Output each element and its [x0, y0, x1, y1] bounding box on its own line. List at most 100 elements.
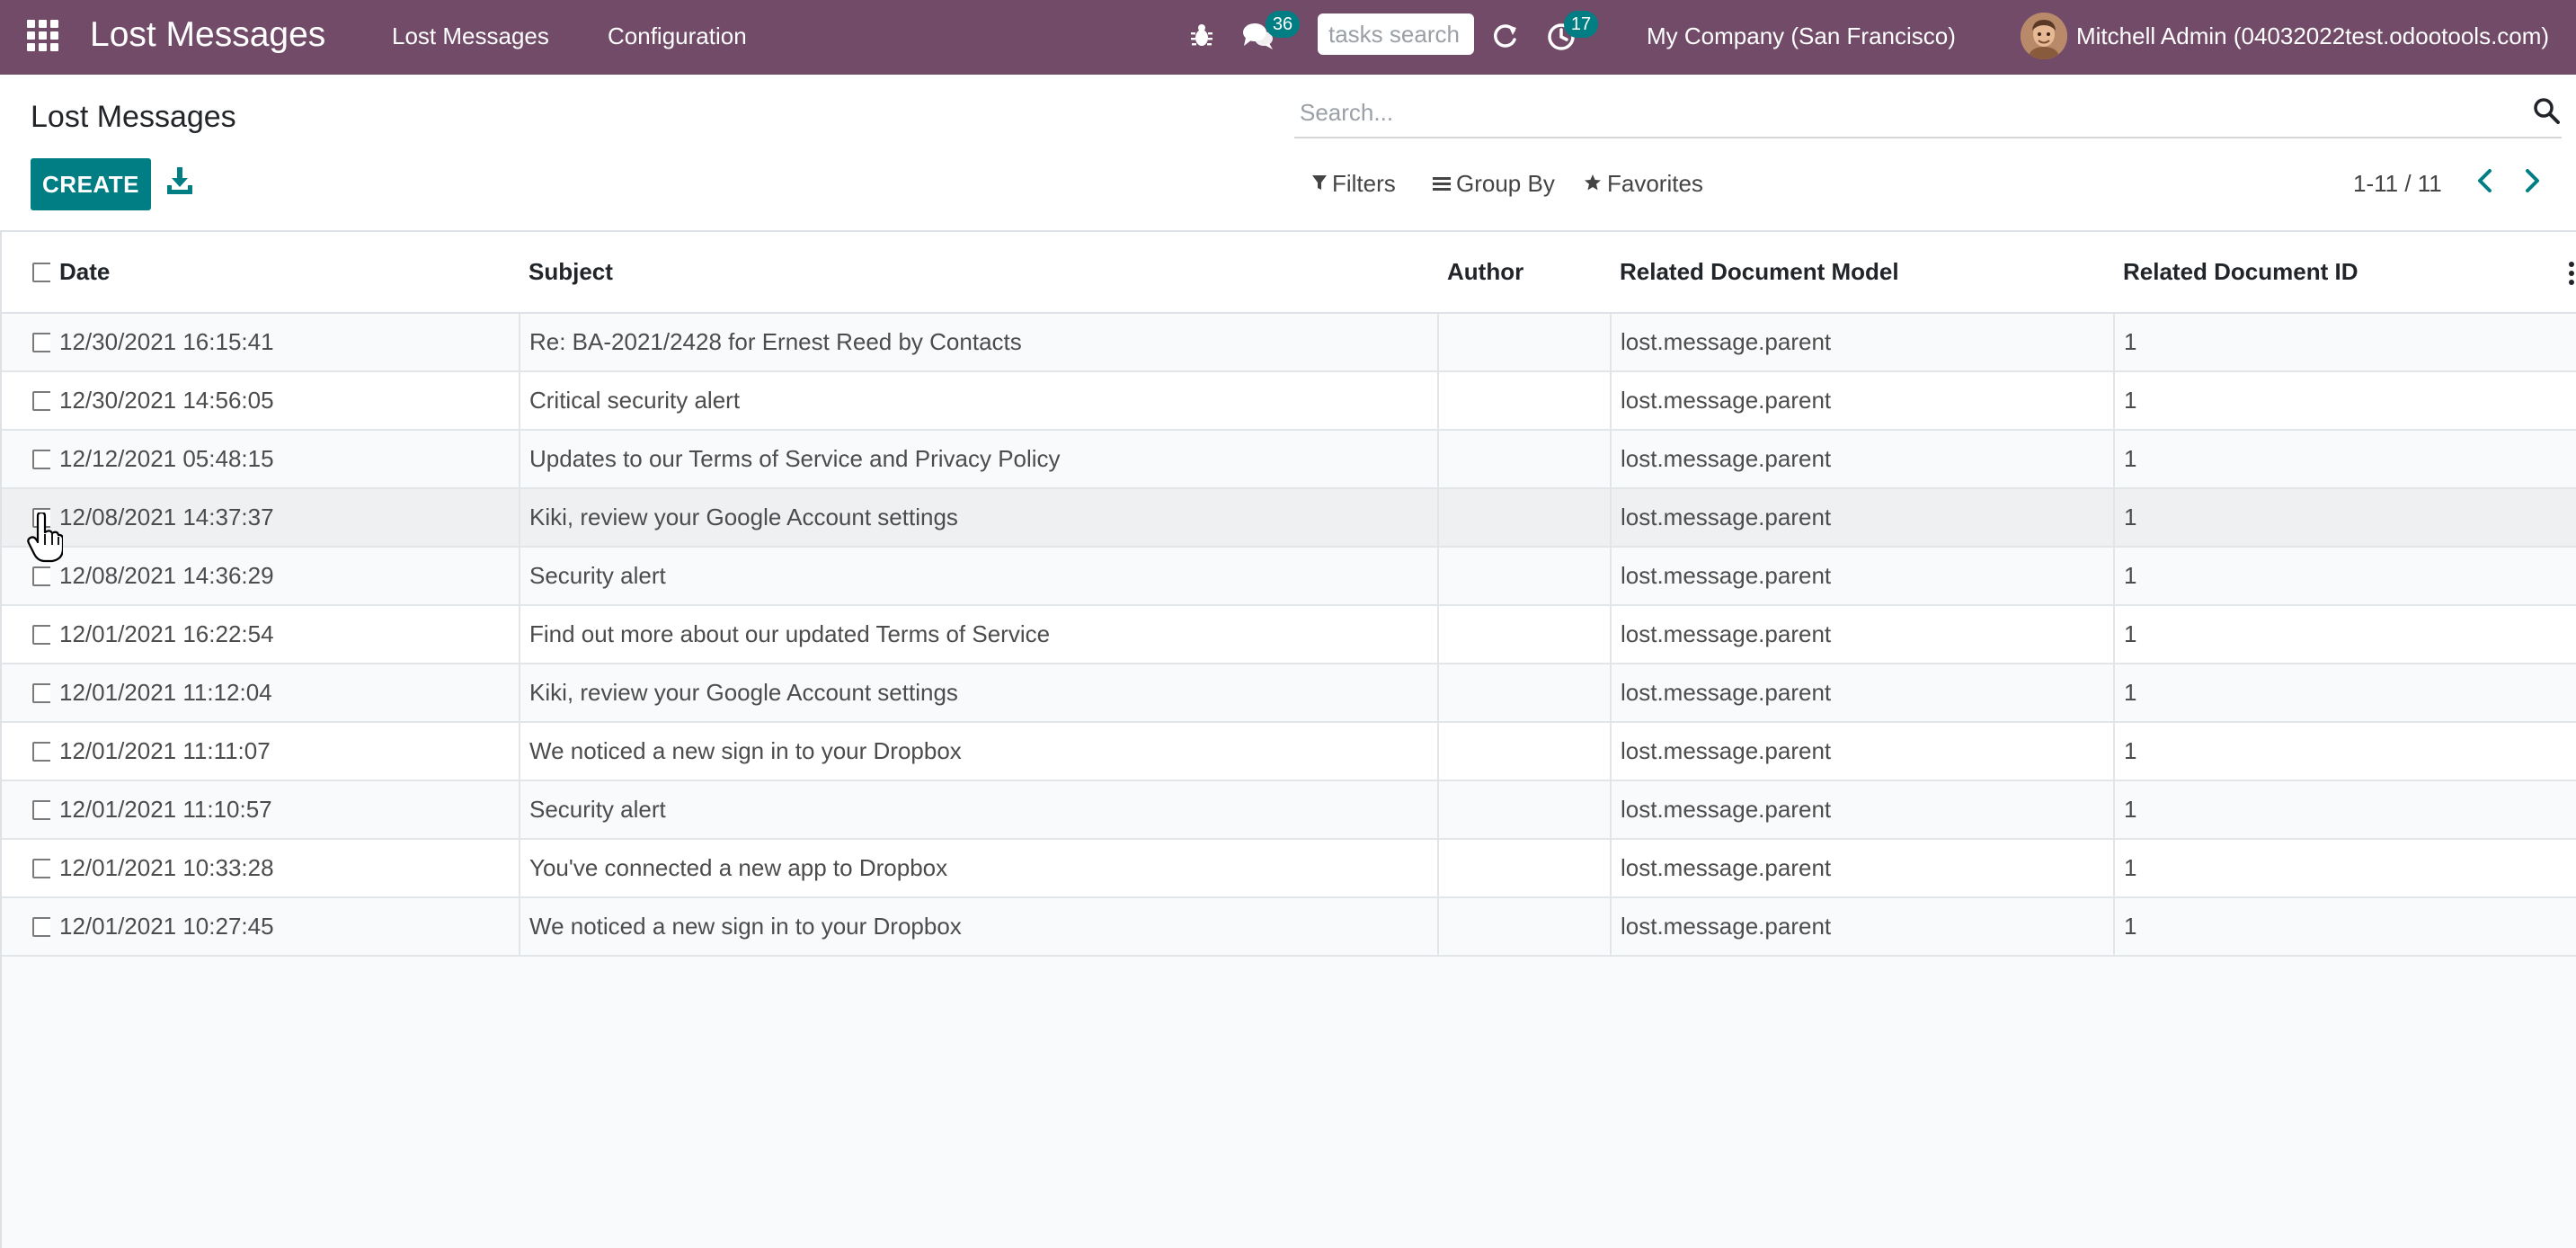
menu-configuration[interactable]: Configuration	[608, 20, 747, 52]
cell-subject: Critical security alert	[519, 371, 1438, 431]
activity-count-badge: 17	[1564, 11, 1598, 38]
cell-doc-id: 1	[2113, 371, 2576, 431]
row-select-cell	[2, 547, 50, 606]
cell-author	[1437, 430, 1611, 489]
pager-value[interactable]: 1-11 / 11	[2353, 167, 2442, 200]
cell-subject: Re: BA-2021/2428 for Ernest Reed by Cont…	[519, 313, 1438, 372]
cell-doc-id: 1	[2113, 488, 2576, 548]
create-button[interactable]: CREATE	[31, 158, 151, 210]
cell-date: 12/08/2021 14:36:29	[50, 547, 520, 606]
cell-model: lost.message.parent	[1610, 664, 2114, 723]
row-checkbox[interactable]	[32, 332, 50, 352]
list-icon	[1433, 167, 1451, 200]
refresh-icon[interactable]	[1488, 20, 1521, 52]
kebab-icon[interactable]	[2567, 261, 2576, 286]
column-header-author[interactable]: Author	[1438, 232, 1611, 314]
cell-subject: Kiki, review your Google Account setting…	[519, 664, 1438, 723]
table-row[interactable]: 12/12/2021 05:48:15 Updates to our Terms …	[2, 430, 2576, 489]
group-by-button[interactable]: Group By	[1433, 167, 1555, 200]
cell-doc-id: 1	[2113, 664, 2576, 723]
menu-lost-messages[interactable]: Lost Messages	[392, 20, 549, 52]
cell-model: lost.message.parent	[1610, 547, 2114, 606]
column-header-date[interactable]: Date	[50, 232, 520, 314]
cell-subject: We noticed a new sign in to your Dropbox	[519, 722, 1438, 781]
cell-model: lost.message.parent	[1610, 430, 2114, 489]
cell-model: lost.message.parent	[1610, 488, 2114, 548]
filters-button[interactable]: Filters	[1312, 167, 1396, 200]
table-row[interactable]: 12/08/2021 14:36:29 Security alert lost.me…	[2, 547, 2576, 606]
filters-label: Filters	[1332, 170, 1396, 197]
cell-subject: Kiki, review your Google Account setting…	[519, 488, 1438, 548]
row-select-cell	[2, 371, 50, 431]
row-select-cell	[2, 722, 50, 781]
cell-subject: Security alert	[519, 780, 1438, 840]
cell-date: 12/12/2021 05:48:15	[50, 430, 520, 489]
select-all-checkbox[interactable]	[32, 262, 50, 282]
cell-model: lost.message.parent	[1610, 605, 2114, 664]
table-row[interactable]: 12/01/2021 10:33:28 You've connected a ne…	[2, 839, 2576, 898]
chevron-left-icon[interactable]	[2474, 167, 2500, 198]
column-header-model[interactable]: Related Document Model	[1611, 232, 2114, 314]
table-row[interactable]: 12/30/2021 16:15:41 Re: BA-2021/2428 for …	[2, 313, 2576, 372]
search-input[interactable]	[1298, 92, 2515, 133]
star-icon	[1584, 167, 1602, 200]
favorites-button[interactable]: Favorites	[1584, 167, 1703, 200]
table-row[interactable]: 12/01/2021 11:10:57 Security alert lost.me…	[2, 780, 2576, 840]
chevron-right-icon[interactable]	[2522, 167, 2549, 198]
cell-model: lost.message.parent	[1610, 313, 2114, 372]
table-row[interactable]: 12/01/2021 10:27:45 We noticed a new sign…	[2, 897, 2576, 957]
cell-date: 12/01/2021 16:22:54	[50, 605, 520, 664]
cell-author	[1437, 839, 1611, 898]
cell-date: 12/01/2021 11:11:07	[50, 722, 520, 781]
cell-model: lost.message.parent	[1610, 371, 2114, 431]
row-checkbox[interactable]	[32, 916, 50, 937]
cell-doc-id: 1	[2113, 839, 2576, 898]
user-menu[interactable]: Mitchell Admin (04032022test.odootools.c…	[2076, 20, 2549, 52]
cell-date: 12/30/2021 16:15:41	[50, 313, 520, 372]
company-switcher[interactable]: My Company (San Francisco)	[1647, 20, 1956, 52]
select-all-cell	[2, 232, 50, 314]
bug-icon[interactable]	[1190, 20, 1213, 50]
row-checkbox[interactable]	[32, 566, 50, 586]
cell-author	[1437, 780, 1611, 840]
row-checkbox[interactable]	[32, 507, 50, 528]
cell-model: lost.message.parent	[1610, 780, 2114, 840]
app-brand[interactable]: Lost Messages	[90, 13, 325, 58]
cell-doc-id: 1	[2113, 430, 2576, 489]
cell-subject: Security alert	[519, 547, 1438, 606]
row-checkbox[interactable]	[32, 682, 50, 703]
column-header-doc-id[interactable]: Related Document ID	[2114, 232, 2576, 314]
cell-subject: Updates to our Terms of Service and Priv…	[519, 430, 1438, 489]
cell-author	[1437, 605, 1611, 664]
download-icon[interactable]	[167, 167, 194, 196]
search-bar	[1294, 88, 2562, 138]
table-row[interactable]: 12/30/2021 14:56:05 Critical security ale…	[2, 371, 2576, 431]
tasks-search-input[interactable]	[1318, 13, 1474, 55]
avatar[interactable]	[2021, 13, 2067, 59]
row-checkbox[interactable]	[32, 858, 50, 878]
row-checkbox[interactable]	[32, 390, 50, 411]
cell-author	[1437, 664, 1611, 723]
page-title: Lost Messages	[31, 100, 236, 134]
row-select-cell	[2, 313, 50, 372]
table-row[interactable]: 12/01/2021 11:12:04 Kiki, review your Goo…	[2, 664, 2576, 723]
row-checkbox[interactable]	[32, 624, 50, 645]
column-header-subject[interactable]: Subject	[520, 232, 1438, 314]
row-select-cell	[2, 605, 50, 664]
table-row[interactable]: 12/08/2021 14:37:37 Kiki, review your Goo…	[2, 488, 2576, 548]
cell-subject: You've connected a new app to Dropbox	[519, 839, 1438, 898]
row-checkbox[interactable]	[32, 449, 50, 469]
favorites-label: Favorites	[1607, 170, 1703, 197]
cell-date: 12/01/2021 10:27:45	[50, 897, 520, 957]
table-row[interactable]: 12/01/2021 11:11:07 We noticed a new sign…	[2, 722, 2576, 781]
row-checkbox[interactable]	[32, 799, 50, 820]
table-row[interactable]: 12/01/2021 16:22:54 Find out more about o…	[2, 605, 2576, 664]
search-icon[interactable]	[2533, 97, 2562, 126]
cell-author	[1437, 897, 1611, 957]
table-header-row: Date Subject Author Related Document Mod…	[2, 232, 2576, 314]
row-checkbox[interactable]	[32, 741, 50, 762]
apps-grid-icon[interactable]	[27, 20, 63, 56]
cell-doc-id: 1	[2113, 897, 2576, 957]
cell-author	[1437, 371, 1611, 431]
cell-doc-id: 1	[2113, 605, 2576, 664]
